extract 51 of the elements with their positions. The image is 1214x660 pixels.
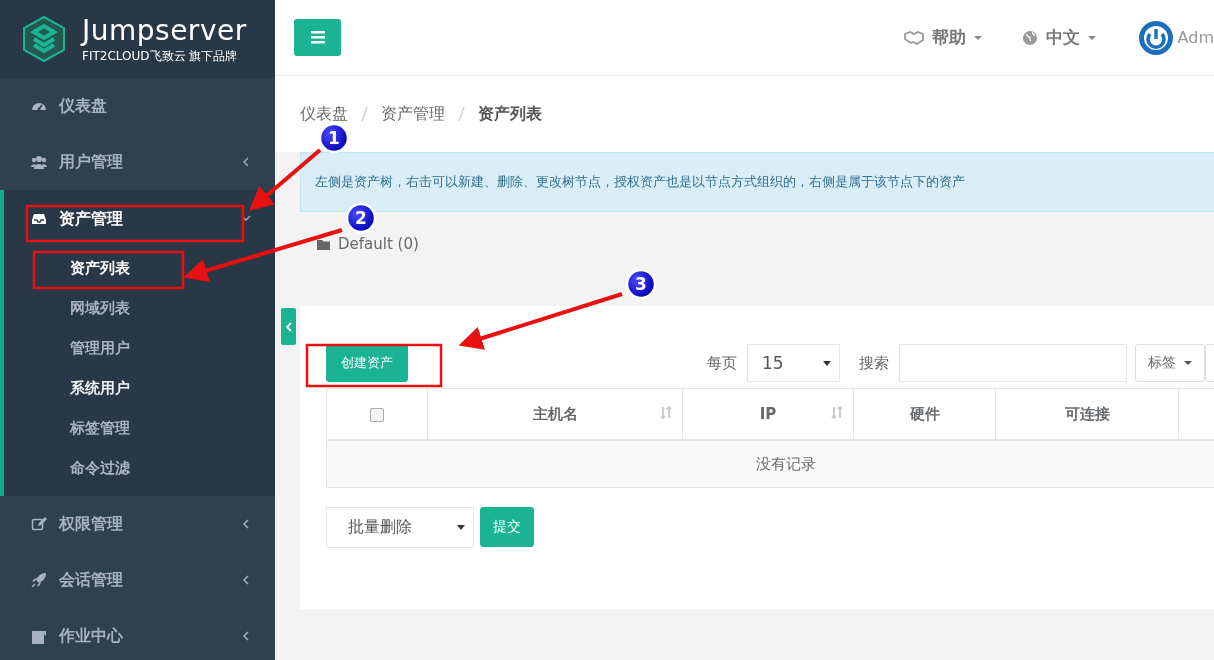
breadcrumb-item[interactable]: 资产管理 <box>381 103 445 125</box>
header-menu[interactable]: 中文 <box>1021 26 1096 49</box>
submenu-item[interactable]: 管理用户 <box>4 328 275 368</box>
select-all-checkbox[interactable] <box>370 407 384 422</box>
breadcrumb-item[interactable]: 仪表盘 <box>300 103 348 125</box>
info-alert: 左侧是资产树，右击可以新建、删除、更改树节点，授权资产也是以节点方式组织的，右侧是属于该节点下的资产 <box>300 152 1214 212</box>
submenu-item[interactable]: 网域列表 <box>4 288 275 328</box>
collapse-toggle[interactable] <box>281 308 296 345</box>
sidebar-item[interactable]: 用户管理 <box>0 134 275 190</box>
rocket-icon <box>31 572 47 588</box>
submenu-item[interactable]: 标签管理 <box>4 408 275 448</box>
logo-subtitle: FIT2CLOUD飞致云 旗下品牌 <box>82 48 239 64</box>
sidebar-item[interactable]: 资产管理 <box>4 190 275 248</box>
tray-icon <box>31 211 47 227</box>
caret-icon <box>1087 35 1096 40</box>
tag-button[interactable]: 标签 <box>1135 344 1205 382</box>
menu-button[interactable] <box>294 19 341 56</box>
caret-icon <box>973 35 982 40</box>
users-icon <box>31 154 47 170</box>
menu-icon <box>310 31 325 44</box>
tree-node[interactable]: Default (0) <box>317 234 419 254</box>
edit-icon <box>31 516 47 532</box>
folder-icon <box>317 238 330 250</box>
search-label: 搜索 <box>859 353 889 373</box>
breadcrumb-item: 资产列表 <box>478 103 542 125</box>
globe-icon <box>1021 29 1038 46</box>
power-avatar-icon <box>1137 19 1174 56</box>
caret-icon <box>1184 361 1192 365</box>
submenu-item[interactable]: 资产列表 <box>4 248 275 288</box>
breadcrumb-separator <box>457 106 466 122</box>
empty-message: 没有记录 <box>326 440 1214 488</box>
chevron-icon <box>285 321 292 332</box>
caret-icon <box>823 360 831 366</box>
header-menu[interactable]: 帮助 <box>903 26 982 49</box>
bulk-action-select[interactable]: 批量删除 <box>326 507 474 548</box>
caret-icon <box>457 525 465 530</box>
sidebar-item[interactable]: 权限管理 <box>0 496 275 552</box>
search-field[interactable] <box>899 344 1127 382</box>
page-size-select[interactable]: 15 <box>747 344 840 382</box>
logo-title: Jumpserver <box>82 14 247 48</box>
breadcrumb-separator <box>360 106 369 122</box>
sidebar-item[interactable]: 作业中心 <box>0 608 275 660</box>
page-size-label: 每页 <box>707 353 737 373</box>
clipboard-icon <box>31 628 47 644</box>
sidebar-item[interactable]: 会话管理 <box>0 552 275 608</box>
submenu-item[interactable]: 系统用户 <box>4 368 275 408</box>
logo-icon <box>20 15 68 63</box>
user-menu[interactable]: Adm <box>1137 19 1214 56</box>
sidebar-item[interactable]: 仪表盘 <box>0 78 275 134</box>
handshake-icon <box>903 29 924 46</box>
submenu-item[interactable]: 命令过滤 <box>4 448 275 488</box>
